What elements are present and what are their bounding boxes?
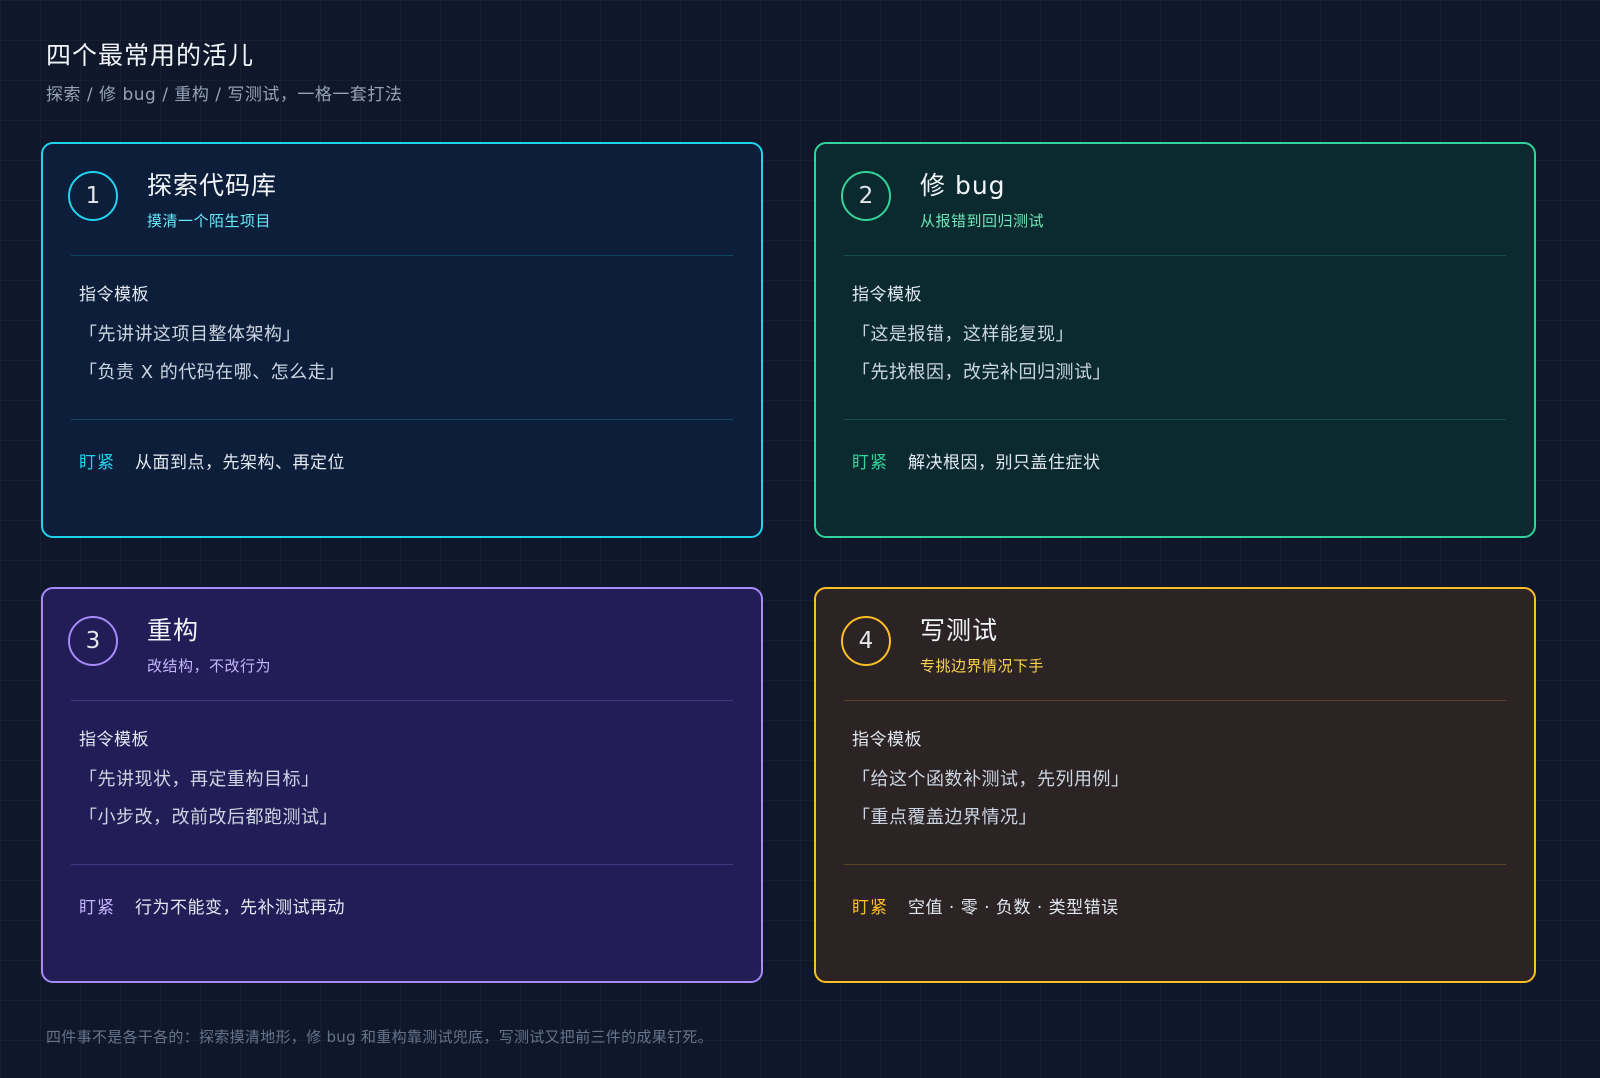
prompt-template: 「先讲讲这项目整体架构」: [79, 324, 301, 345]
card-subtitle: 改结构，不改行为: [147, 657, 272, 675]
prompt-template: 「先讲现状，再定重构目标」: [79, 769, 320, 790]
card-divider: [71, 419, 733, 420]
prompt-template: 「重点覆盖边界情况」: [852, 807, 1037, 828]
card-explore-codebase: 1 探索代码库 摸清一个陌生项目 指令模板 「先讲讲这项目整体架构」 「负责 X…: [41, 142, 763, 538]
prompt-template: 「负责 X 的代码在哪、怎么走」: [79, 362, 345, 383]
focus-label: 盯紧: [852, 898, 888, 918]
card-fix-bug: 2 修 bug 从报错到回归测试 指令模板 「这是报错，这样能复现」 「先找根因…: [814, 142, 1536, 538]
section-label: 指令模板: [852, 285, 922, 305]
prompt-template: 「给这个函数补测试，先列用例」: [852, 769, 1130, 790]
card-write-tests: 4 写测试 专挑边界情况下手 指令模板 「给这个函数补测试，先列用例」 「重点覆…: [814, 587, 1536, 983]
card-title: 重构: [147, 616, 200, 645]
focus-text: 空值 · 零 · 负数 · 类型错误: [908, 898, 1119, 918]
section-label: 指令模板: [79, 285, 149, 305]
prompt-template: 「小步改，改前改后都跑测试」: [79, 807, 338, 828]
card-divider: [844, 419, 1506, 420]
focus-text: 行为不能变，先补测试再动: [135, 898, 345, 918]
card-divider: [844, 864, 1506, 865]
card-number-badge: 1: [68, 171, 118, 221]
focus-text: 从面到点，先架构、再定位: [135, 453, 345, 473]
card-refactor: 3 重构 改结构，不改行为 指令模板 「先讲现状，再定重构目标」 「小步改，改前…: [41, 587, 763, 983]
card-subtitle: 专挑边界情况下手: [920, 657, 1045, 675]
footer-note: 四件事不是各干各的：探索摸清地形，修 bug 和重构靠测试兜底，写测试又把前三件…: [46, 1028, 713, 1046]
page-subtitle: 探索 / 修 bug / 重构 / 写测试，一格一套打法: [46, 85, 403, 105]
card-title: 写测试: [920, 616, 999, 645]
card-divider: [844, 255, 1506, 256]
focus-label: 盯紧: [79, 898, 115, 918]
card-number-badge: 3: [68, 616, 118, 666]
section-label: 指令模板: [79, 730, 149, 750]
card-number-badge: 2: [841, 171, 891, 221]
focus-label: 盯紧: [79, 453, 115, 473]
card-divider: [71, 864, 733, 865]
card-title: 探索代码库: [147, 171, 278, 200]
focus-text: 解决根因，别只盖住症状: [908, 453, 1101, 473]
section-label: 指令模板: [852, 730, 922, 750]
card-number-badge: 4: [841, 616, 891, 666]
card-subtitle: 从报错到回归测试: [920, 212, 1045, 230]
prompt-template: 「先找根因，改完补回归测试」: [852, 362, 1111, 383]
card-divider: [844, 700, 1506, 701]
card-subtitle: 摸清一个陌生项目: [147, 212, 272, 230]
card-divider: [71, 700, 733, 701]
prompt-template: 「这是报错，这样能复现」: [852, 324, 1074, 345]
card-title: 修 bug: [920, 171, 1006, 200]
focus-label: 盯紧: [852, 453, 888, 473]
card-divider: [71, 255, 733, 256]
page-title: 四个最常用的活儿: [46, 41, 255, 70]
